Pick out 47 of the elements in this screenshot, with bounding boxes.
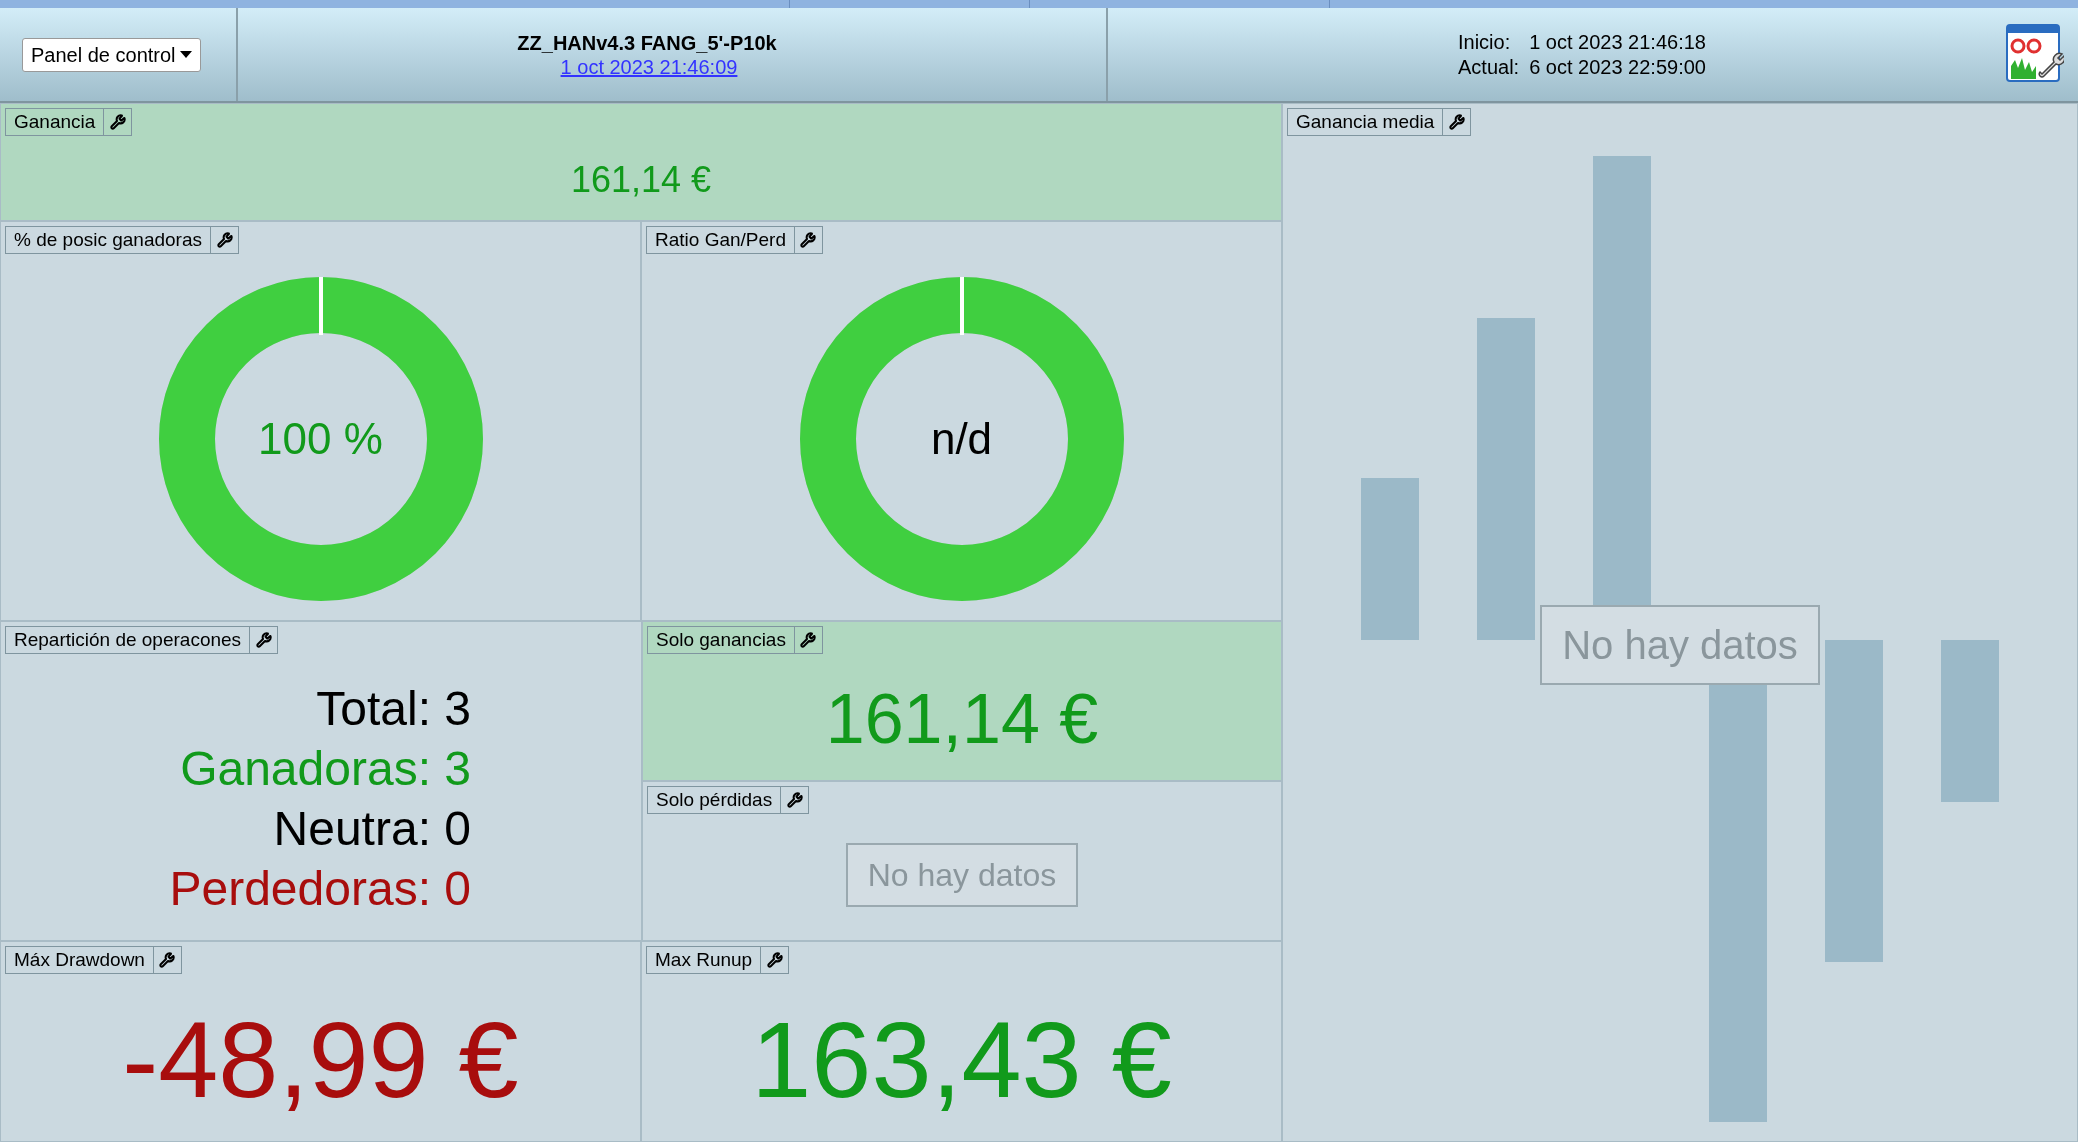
settings-button[interactable] <box>781 786 810 814</box>
panel-value: 163,43 € <box>751 1005 1172 1114</box>
current-label: Actual: <box>1458 54 1520 80</box>
breakdown-line: Ganadoras: 3 <box>180 741 471 797</box>
caret-icon <box>179 51 192 58</box>
wrench-icon <box>159 952 176 968</box>
start-label: Inicio: <box>1458 29 1512 55</box>
donut-value: n/d <box>930 413 993 465</box>
wrench-icon <box>109 114 126 130</box>
settings-button[interactable] <box>250 626 279 654</box>
panel-title: Repartición de operacones <box>5 626 251 654</box>
wrench-icon <box>1448 114 1465 130</box>
breakdown-line: Perdedoras: 0 <box>169 861 471 917</box>
panel-title: Máx Drawdown <box>5 946 154 974</box>
breakdown-line: Neutra: 0 <box>273 801 471 857</box>
wrench-icon <box>216 232 233 248</box>
panel-value: 161,14 € <box>570 162 712 198</box>
panel-title: Solo pérdidas <box>647 786 782 814</box>
strategy-title: ZZ_HANv4.3 FANG_5'-P10k <box>517 30 777 55</box>
settings-button[interactable] <box>794 626 823 654</box>
settings-button[interactable] <box>761 946 790 974</box>
breakdown-line: Total: 3 <box>316 681 471 737</box>
no-data-message: No hay datos <box>845 843 1079 907</box>
settings-button[interactable] <box>104 108 133 136</box>
panel-title: Ganancia media <box>1287 108 1444 136</box>
donut-value: 100 % <box>258 413 383 465</box>
date-link[interactable]: 1 oct 2023 21:46:09 <box>560 54 738 79</box>
wrench-icon <box>766 952 783 968</box>
panel-title: Solo ganancias <box>647 626 795 654</box>
panel-value: -48,99 € <box>122 1005 519 1114</box>
no-data-message: No hay datos <box>1540 605 1820 685</box>
settings-button[interactable] <box>211 226 239 254</box>
panel-title: % de posic ganadoras <box>5 226 211 254</box>
panel-value: 161,14 € <box>825 684 1099 754</box>
dashboard-dropdown[interactable]: Panel de control <box>22 37 201 72</box>
panel-title: Ganancia <box>5 108 105 136</box>
start-value: 1 oct 2023 21:46:18 <box>1529 29 1706 55</box>
wrench-icon <box>255 632 272 648</box>
wrench-icon <box>800 632 817 648</box>
wrench-icon <box>800 232 817 248</box>
settings-button[interactable] <box>153 946 182 974</box>
current-value: 6 oct 2023 22:59:00 <box>1529 54 1706 80</box>
panel-title: Ratio Gan/Perd <box>646 226 795 254</box>
settings-button[interactable] <box>1443 108 1472 136</box>
panel-title: Max Runup <box>646 946 762 974</box>
settings-button[interactable] <box>794 226 823 254</box>
wrench-icon <box>786 792 803 808</box>
